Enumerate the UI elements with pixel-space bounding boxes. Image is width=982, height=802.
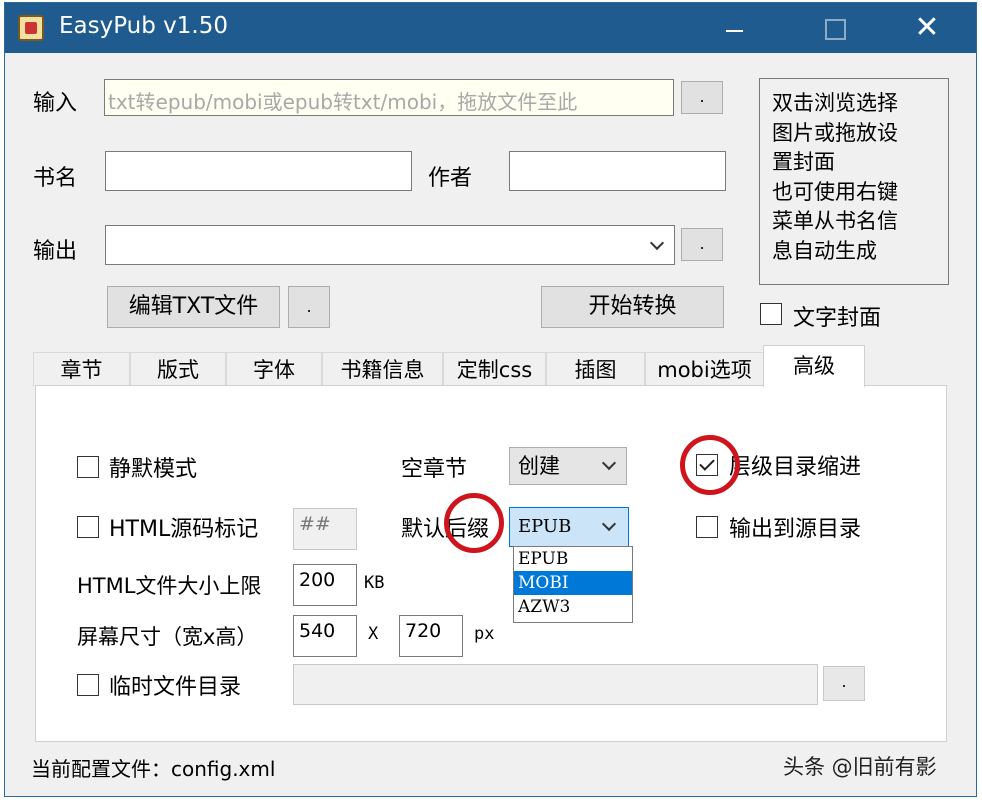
input-placeholder: txt转epub/mobi或epub转txt/mobi，拖放文件至此 xyxy=(108,90,578,114)
author-input[interactable] xyxy=(509,151,726,191)
highlight-circle-toc-indent xyxy=(680,435,740,495)
input-label: 输入 xyxy=(33,91,78,116)
edit-txt-button[interactable]: 编辑TXT文件 xyxy=(107,286,280,328)
default-suffix-value: EPUB xyxy=(518,516,572,537)
suffix-dropdown-list: EPUB MOBI AZW3 xyxy=(513,546,633,623)
chevron-down-icon xyxy=(649,235,665,251)
screen-height-input[interactable]: 720 xyxy=(399,615,463,657)
tab-mobi-options[interactable]: mobi选项 xyxy=(645,352,764,386)
input-browse-button[interactable]: . xyxy=(681,81,723,114)
tab-custom-css[interactable]: 定制css xyxy=(443,352,546,386)
cover-drop-area[interactable]: 双击浏览选择 图片或拖放设 置封面 也可使用右键 菜单从书名信 息自动生成 xyxy=(759,78,949,285)
default-suffix-select[interactable]: EPUB xyxy=(509,507,629,547)
tab-chapters[interactable]: 章节 xyxy=(33,352,130,386)
temp-dir-label: 临时文件目录 xyxy=(109,675,242,700)
cover-hint-line: 置封面 xyxy=(772,150,835,174)
tab-advanced[interactable]: 高级 xyxy=(763,345,865,387)
text-cover-label: 文字封面 xyxy=(793,306,882,331)
empty-chapter-label: 空章节 xyxy=(401,457,468,482)
html-max-unit: KB xyxy=(364,573,385,593)
cover-hint-line: 图片或拖放设 xyxy=(772,120,898,145)
empty-chapter-select[interactable]: 创建 xyxy=(509,447,627,485)
suffix-option-azw3[interactable]: AZW3 xyxy=(514,595,632,619)
tab-book-info[interactable]: 书籍信息 xyxy=(322,352,443,386)
status-config-file: 当前配置文件：config.xml xyxy=(31,757,276,781)
easypub-window: EasyPub v1.50 ✕ 输入 txt转epub/mobi或epub转tx… xyxy=(4,2,977,797)
html-mark-label: HTML源码标记 xyxy=(109,517,259,542)
cover-hint-line: 息自动生成 xyxy=(772,238,877,263)
highlight-circle-suffix xyxy=(444,493,504,553)
html-max-input[interactable]: 200 xyxy=(293,564,357,606)
output-label: 输出 xyxy=(33,239,78,264)
output-to-source-checkbox[interactable] xyxy=(696,516,718,538)
edit-options-button[interactable]: . xyxy=(288,286,330,328)
output-to-source-label: 输出到源目录 xyxy=(729,517,862,542)
cover-hint-line: 也可使用右键 xyxy=(772,179,898,204)
output-browse-button[interactable]: . xyxy=(681,228,723,261)
tab-images[interactable]: 插图 xyxy=(546,352,645,386)
watermark-text: 头条 @旧前有影 xyxy=(783,755,937,779)
close-button[interactable]: ✕ xyxy=(898,3,956,53)
book-title-input[interactable] xyxy=(105,151,412,191)
minimize-button[interactable] xyxy=(705,3,763,53)
text-cover-checkbox[interactable] xyxy=(760,303,782,325)
screen-unit: px xyxy=(474,624,495,644)
title-bar: EasyPub v1.50 ✕ xyxy=(5,3,976,53)
chevron-down-icon xyxy=(601,455,617,471)
start-convert-button[interactable]: 开始转换 xyxy=(541,286,724,328)
suffix-option-epub[interactable]: EPUB xyxy=(514,547,632,571)
temp-dir-browse-button[interactable]: . xyxy=(823,666,865,701)
temp-dir-input[interactable] xyxy=(293,664,818,705)
silent-mode-checkbox[interactable] xyxy=(77,456,99,478)
temp-dir-checkbox[interactable] xyxy=(77,674,99,696)
screen-width-input[interactable]: 540 xyxy=(293,615,357,657)
input-field[interactable]: txt转epub/mobi或epub转txt/mobi，拖放文件至此 xyxy=(104,79,674,116)
window-title: EasyPub v1.50 xyxy=(59,13,228,39)
silent-mode-label: 静默模式 xyxy=(109,457,198,482)
chevron-down-icon xyxy=(601,516,617,532)
screen-size-label: 屏幕尺寸（宽x高） xyxy=(77,625,258,649)
tab-layout[interactable]: 版式 xyxy=(130,352,226,386)
toc-indent-label: 层级目录缩进 xyxy=(729,455,862,480)
output-combo[interactable] xyxy=(105,225,675,265)
html-max-label: HTML文件大小上限 xyxy=(77,574,262,598)
author-label: 作者 xyxy=(428,166,473,191)
tab-fonts[interactable]: 字体 xyxy=(226,352,322,386)
cover-hint-line: 菜单从书名信 xyxy=(772,209,898,233)
suffix-option-mobi[interactable]: MOBI xyxy=(514,571,632,595)
app-icon xyxy=(18,15,44,41)
maximize-button[interactable] xyxy=(805,3,863,53)
screen-times-sign: X xyxy=(368,624,379,644)
cover-hint-line: 双击浏览选择 xyxy=(772,91,898,115)
html-mark-checkbox[interactable] xyxy=(77,516,99,538)
empty-chapter-value: 创建 xyxy=(518,454,560,478)
html-mark-input[interactable]: ## xyxy=(293,508,357,550)
book-title-label: 书名 xyxy=(33,166,78,191)
